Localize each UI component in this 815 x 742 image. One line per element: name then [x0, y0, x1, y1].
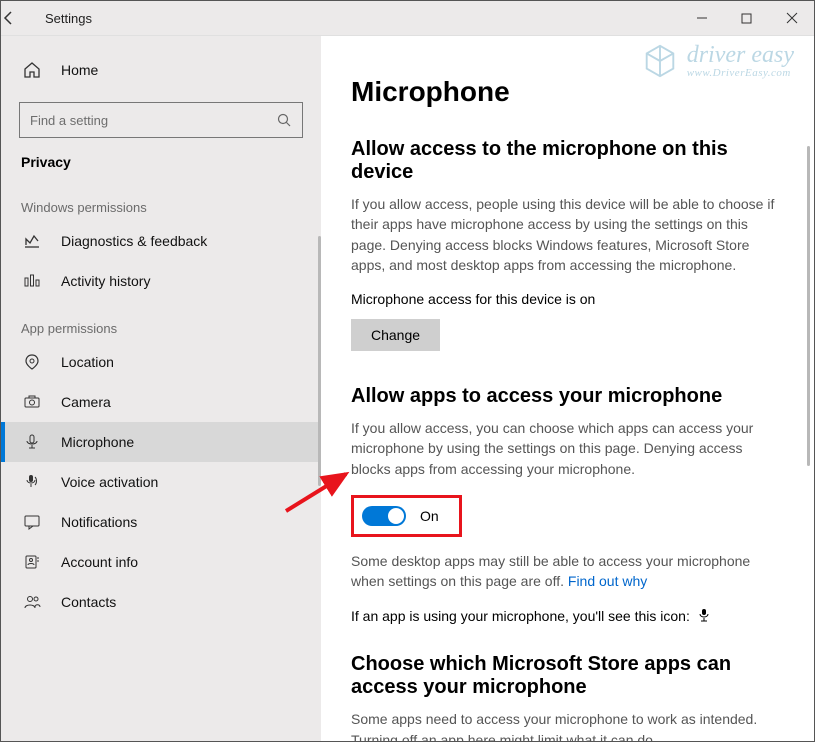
device-access-status: Microphone access for this device is on [351, 291, 784, 307]
microphone-inline-icon [698, 609, 710, 625]
desktop-apps-note: Some desktop apps may still be able to a… [351, 551, 781, 592]
sidebar: Home Find a setting Privacy Windows perm… [1, 36, 321, 741]
home-label: Home [61, 62, 98, 78]
allow-apps-toggle[interactable] [362, 506, 406, 526]
watermark-url: www.DriverEasy.com [687, 67, 794, 79]
minimize-button[interactable] [679, 1, 724, 35]
sidebar-item-microphone[interactable]: Microphone [1, 422, 321, 462]
watermark-name: driver easy [687, 43, 794, 67]
sidebar-item-label: Contacts [61, 594, 116, 610]
voice-icon [21, 471, 43, 493]
page-title: Microphone [351, 76, 784, 108]
sidebar-item-label: Voice activation [61, 474, 158, 490]
search-icon [277, 113, 292, 128]
section-app-perms: App permissions [1, 301, 321, 342]
toggle-label: On [420, 508, 439, 524]
sidebar-item-contacts[interactable]: Contacts [1, 582, 321, 622]
sidebar-item-label: Activity history [61, 273, 150, 289]
content-scrollbar[interactable] [807, 146, 810, 466]
section3-desc: Some apps need to access your microphone… [351, 709, 781, 741]
sidebar-item-label: Microphone [61, 434, 134, 450]
section1-title: Allow access to the microphone on this d… [351, 138, 784, 184]
allow-apps-toggle-highlight: On [351, 495, 462, 537]
sidebar-item-notifications[interactable]: Notifications [1, 502, 321, 542]
activity-icon [21, 270, 43, 292]
find-out-why-link[interactable]: Find out why [568, 573, 647, 589]
sidebar-item-account[interactable]: Account info [1, 542, 321, 582]
diagnostics-icon [21, 230, 43, 252]
sidebar-item-location[interactable]: Location [1, 342, 321, 382]
contacts-icon [21, 591, 43, 613]
section-windows-perms: Windows permissions [1, 180, 321, 221]
titlebar: Settings [1, 1, 814, 36]
camera-icon [21, 391, 43, 413]
account-icon [21, 551, 43, 573]
sidebar-item-label: Location [61, 354, 114, 370]
section3-title: Choose which Microsoft Store apps can ac… [351, 653, 784, 699]
maximize-button[interactable] [724, 1, 769, 35]
sidebar-item-label: Camera [61, 394, 111, 410]
section2-title: Allow apps to access your microphone [351, 385, 784, 408]
section2-desc: If you allow access, you can choose whic… [351, 418, 781, 479]
icon-note: If an app is using your microphone, you'… [351, 608, 784, 626]
settings-window: Settings Home Find a setting [0, 0, 815, 742]
search-input[interactable]: Find a setting [19, 102, 303, 138]
notifications-icon [21, 511, 43, 533]
watermark: driver easy www.DriverEasy.com [641, 42, 794, 80]
home-nav[interactable]: Home [1, 50, 321, 90]
section1-desc: If you allow access, people using this d… [351, 194, 781, 275]
home-icon [21, 59, 43, 81]
content-pane: driver easy www.DriverEasy.com Microphon… [321, 36, 814, 741]
sidebar-item-voice[interactable]: Voice activation [1, 462, 321, 502]
back-button[interactable] [1, 10, 41, 26]
location-icon [21, 351, 43, 373]
close-button[interactable] [769, 1, 814, 35]
window-title: Settings [41, 11, 92, 26]
current-category: Privacy [1, 154, 321, 170]
search-placeholder: Find a setting [30, 113, 277, 128]
sidebar-item-camera[interactable]: Camera [1, 382, 321, 422]
microphone-icon [21, 431, 43, 453]
sidebar-item-diagnostics[interactable]: Diagnostics & feedback [1, 221, 321, 261]
sidebar-item-activity[interactable]: Activity history [1, 261, 321, 301]
sidebar-item-label: Notifications [61, 514, 137, 530]
change-button[interactable]: Change [351, 319, 440, 351]
sidebar-item-label: Diagnostics & feedback [61, 233, 207, 249]
sidebar-item-label: Account info [61, 554, 138, 570]
